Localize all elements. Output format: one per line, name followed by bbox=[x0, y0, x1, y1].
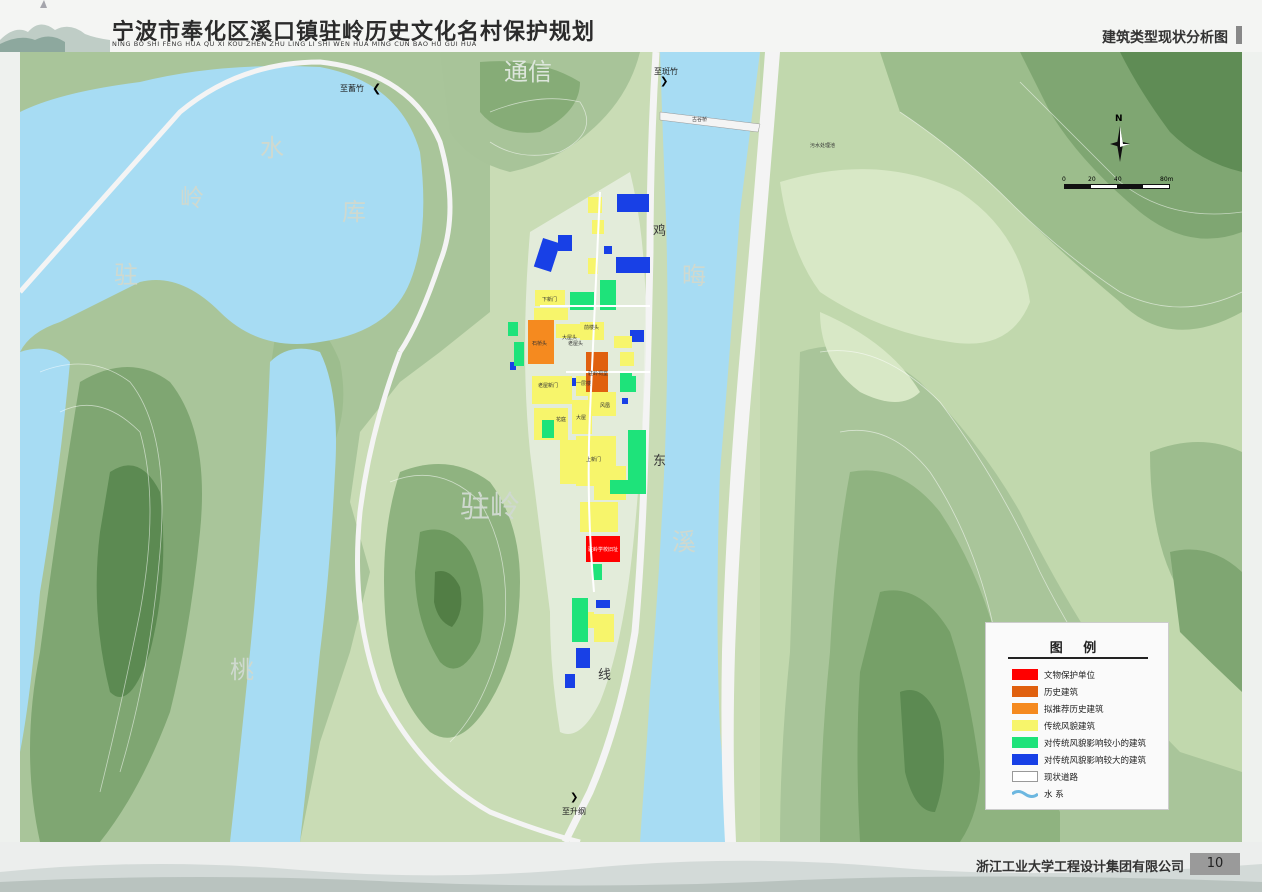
legend-label: 拟推荐历史建筑 bbox=[1044, 705, 1104, 715]
map-legend: 图 例 文物保护单位 历史建筑 拟推荐历史建筑 传统风貌建筑 对传统风貌影响较小… bbox=[985, 622, 1169, 810]
place-reservoir-char-4: 驻 bbox=[114, 261, 138, 289]
building-label: 下新门 bbox=[542, 297, 558, 303]
building-label: 石桥头 bbox=[532, 341, 548, 347]
building-label: 老屋新门 bbox=[538, 383, 559, 389]
page-number: 10 bbox=[1190, 853, 1240, 875]
legend-label: 传统风貌建筑 bbox=[1044, 722, 1096, 732]
scale-tick-40: 40 bbox=[1114, 176, 1122, 183]
legend-divider bbox=[1008, 657, 1148, 659]
place-hui: 晦 bbox=[682, 262, 706, 290]
legend-swatch bbox=[1012, 686, 1038, 697]
legend-swatch bbox=[1012, 737, 1038, 748]
place-tao: 桃 bbox=[230, 656, 254, 684]
legend-label: 水 系 bbox=[1044, 790, 1064, 800]
building-label: 驻岭学校旧址 bbox=[588, 547, 619, 553]
legend-label: 文物保护单位 bbox=[1044, 671, 1096, 681]
scale-bar-graphic bbox=[1064, 184, 1170, 189]
page-title-pinyin: NING BO SHI FENG HUA QU XI KOU ZHEN ZHU … bbox=[112, 40, 477, 48]
place-tongxin: 通信 bbox=[504, 58, 552, 86]
scale-tick-80: 80m bbox=[1160, 176, 1174, 183]
place-ji: 鸡 bbox=[653, 224, 667, 239]
direction-north-left: 至蓄竹 bbox=[340, 84, 364, 93]
building-label: 大屋 bbox=[576, 415, 587, 421]
arrow-icon: ❮ bbox=[372, 82, 382, 95]
place-xian: 线 bbox=[598, 668, 612, 683]
building-label: 风凰 bbox=[600, 403, 611, 409]
north-label: N bbox=[1115, 114, 1123, 124]
north-arrow: N bbox=[1108, 114, 1132, 164]
legend-swatch bbox=[1012, 669, 1038, 680]
direction-south: 至升纲 bbox=[562, 807, 586, 816]
legend-swatch bbox=[1012, 771, 1038, 782]
building-label: 花庭 bbox=[556, 417, 567, 423]
bridge-label: 古谷桥 bbox=[692, 117, 708, 123]
building-label: 驻岭祠堂 bbox=[588, 371, 609, 377]
legend-swatch bbox=[1012, 754, 1038, 765]
water-swatch-icon bbox=[1012, 790, 1038, 798]
legend-swatch bbox=[1012, 703, 1038, 714]
place-reservoir-char-3: 库 bbox=[342, 198, 366, 226]
building-label: 一层楼 bbox=[576, 381, 592, 387]
company-name: 浙江工业大学工程设计集团有限公司 bbox=[976, 860, 1185, 875]
place-reservoir-char-1: 水 bbox=[260, 134, 284, 162]
scale-tick-0: 0 bbox=[1062, 176, 1066, 183]
place-reservoir-char-2: 岭 bbox=[180, 184, 204, 212]
arrow-icon: ❯ bbox=[660, 76, 669, 87]
arrow-icon: ❯ bbox=[570, 792, 579, 803]
scale-bar: 0 20 40 80m bbox=[1062, 176, 1174, 190]
map-subtitle: 建筑类型现状分析图 bbox=[1102, 30, 1228, 46]
place-zhuling: 驻岭 bbox=[460, 490, 520, 525]
mountain-ink-decoration bbox=[0, 0, 110, 52]
scale-tick-20: 20 bbox=[1088, 176, 1096, 183]
legend-label: 现状道路 bbox=[1044, 773, 1079, 783]
legend-label: 历史建筑 bbox=[1044, 688, 1079, 698]
building-label: 上新门 bbox=[586, 457, 602, 463]
facility-label: 污水处理池 bbox=[810, 143, 836, 149]
building-label: 老屋头 bbox=[568, 341, 584, 347]
legend-title: 图 例 bbox=[1049, 641, 1105, 656]
compass-rose-icon bbox=[1110, 126, 1130, 162]
place-dong: 东 bbox=[653, 454, 667, 469]
legend-swatch bbox=[1012, 720, 1038, 731]
legend-label: 对传统风貌影响较小的建筑 bbox=[1044, 739, 1147, 749]
page-header: 宁波市奉化区溪口镇驻岭历史文化名村保护规划 NING BO SHI FENG H… bbox=[0, 0, 1262, 52]
legend-label: 对传统风貌影响较大的建筑 bbox=[1044, 756, 1147, 766]
building-label: 前楼头 bbox=[584, 325, 600, 331]
place-xi: 溪 bbox=[672, 528, 696, 556]
subtitle-bar bbox=[1236, 26, 1242, 44]
